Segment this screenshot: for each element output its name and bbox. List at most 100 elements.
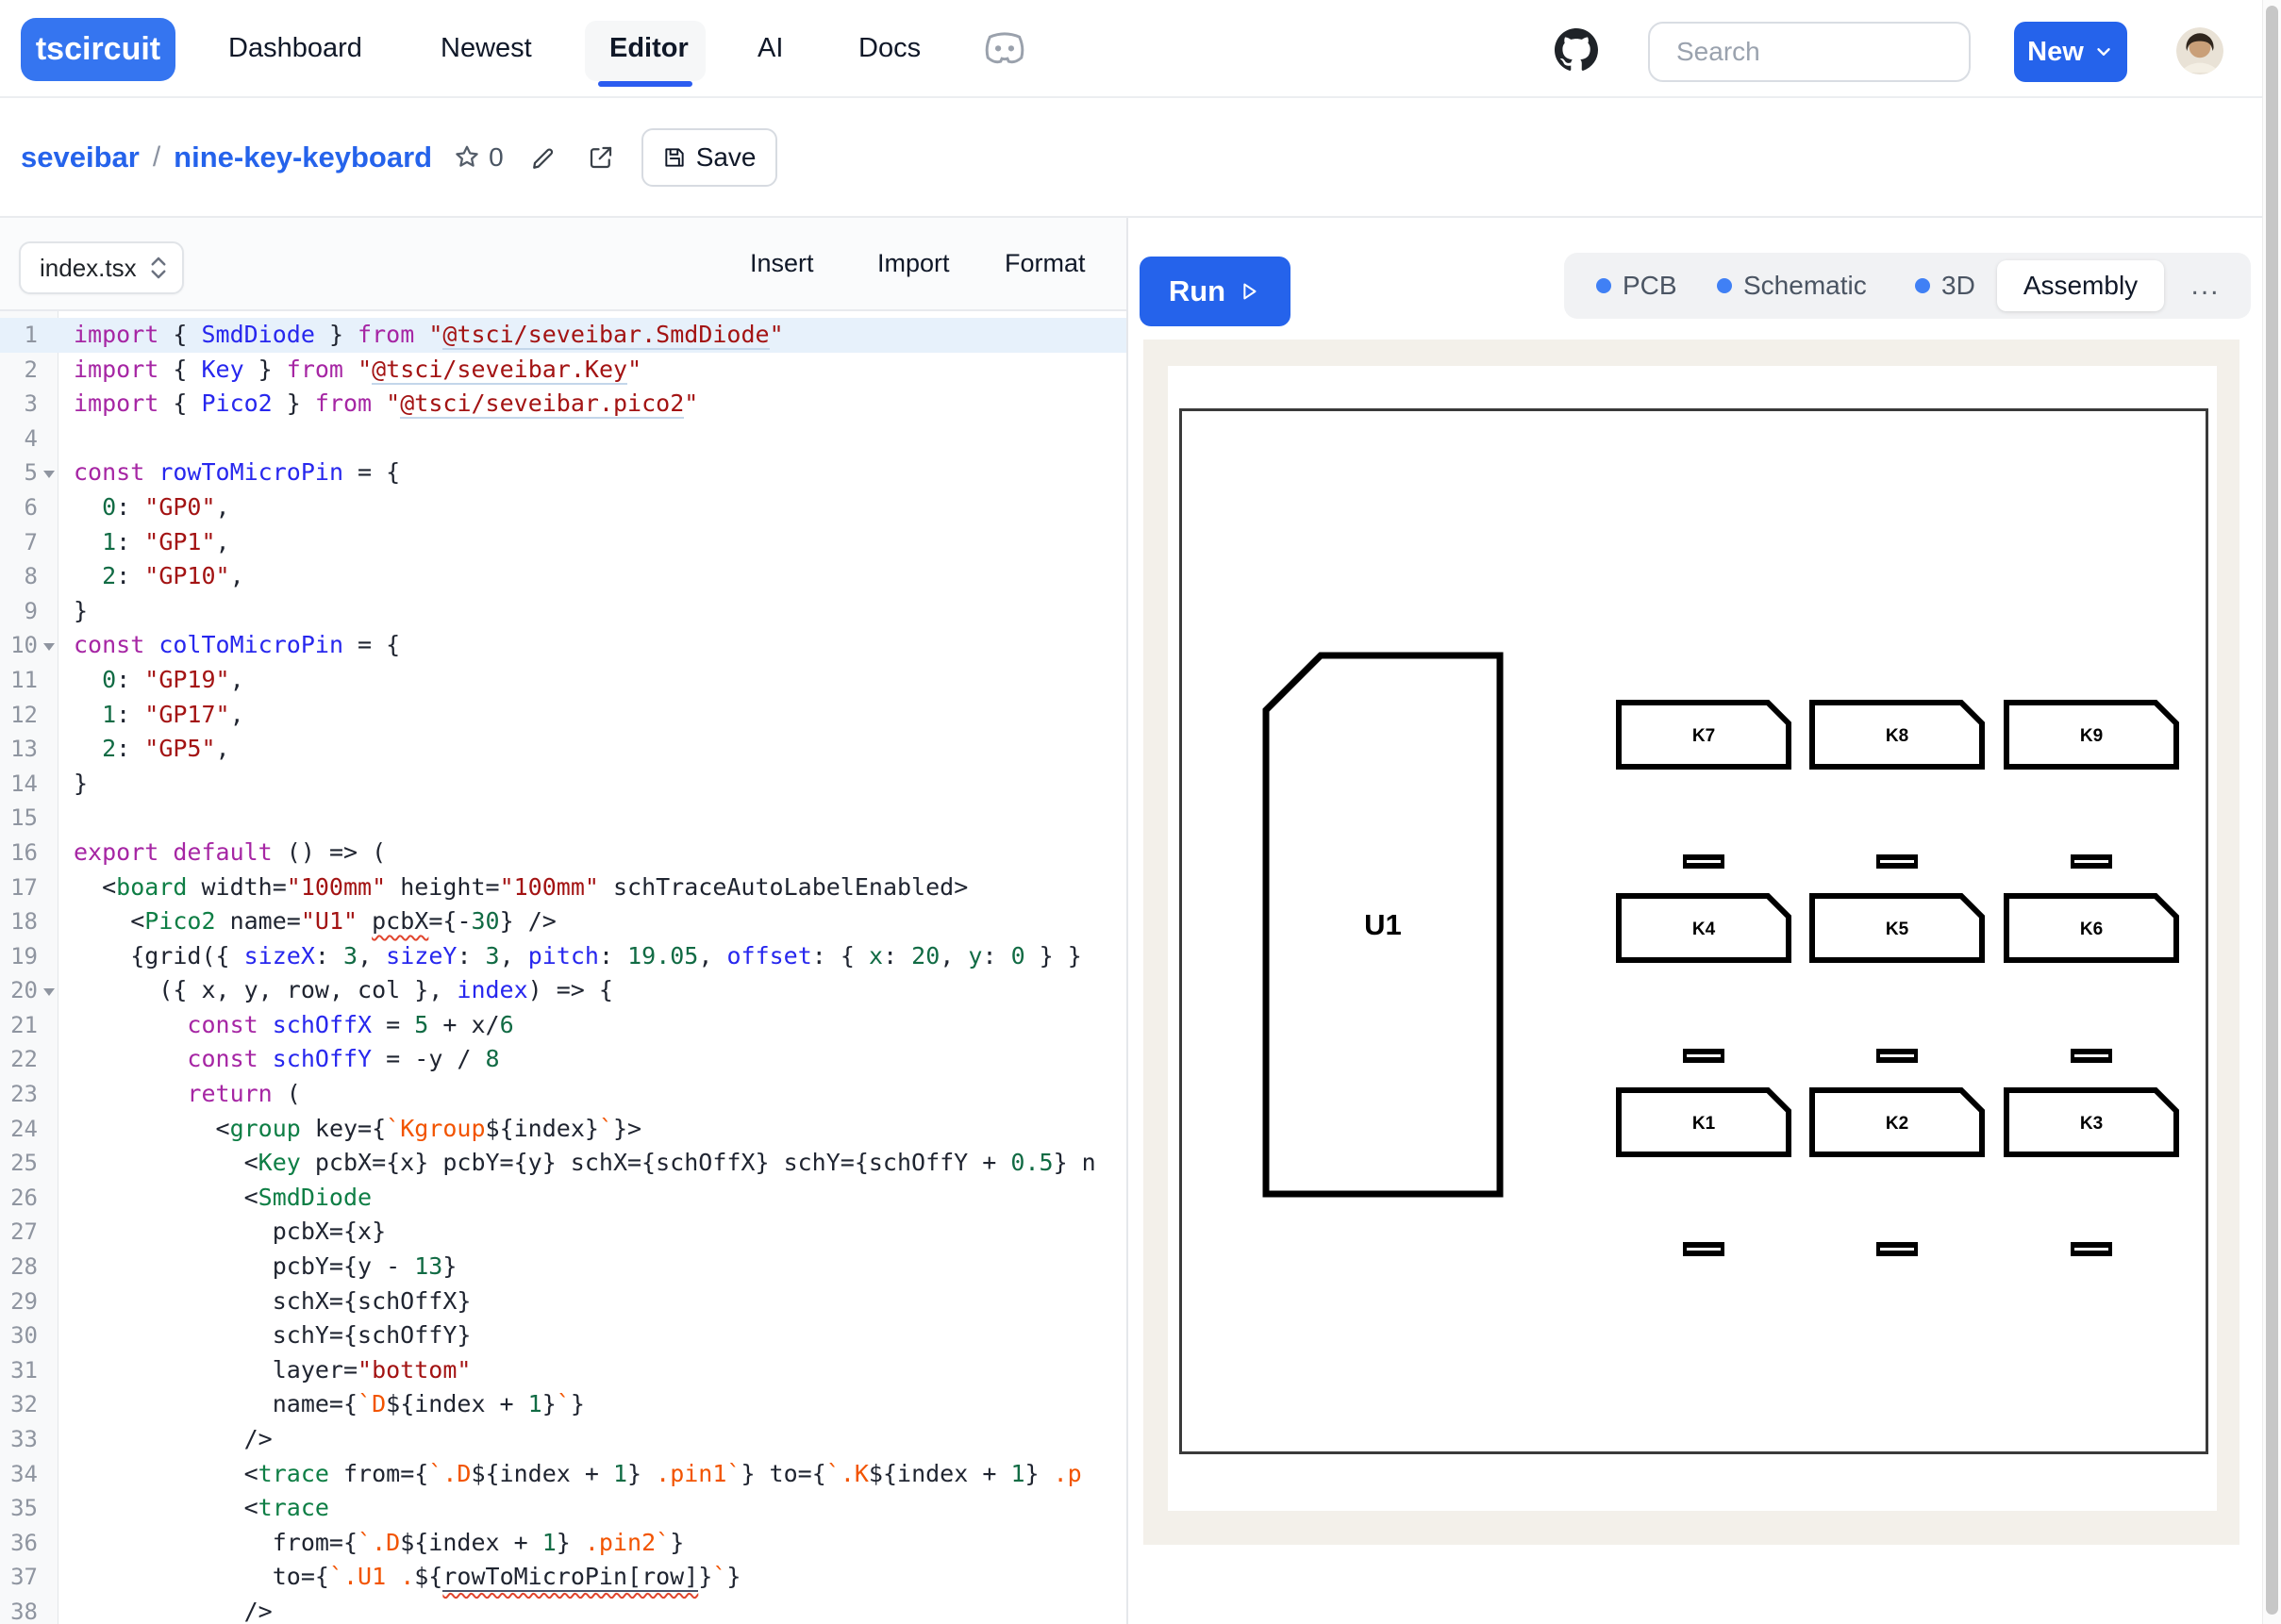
search-input[interactable] (1650, 24, 1995, 80)
code-line[interactable]: 12 1: "GP17", (0, 698, 1126, 733)
code-line[interactable]: 1import { SmdDiode } from "@tsci/seveiba… (0, 318, 1126, 353)
assembly-key-label: K4 (1692, 920, 1716, 939)
editor-toolbar: index.tsx Insert Import Format (0, 218, 1126, 311)
new-button-label: New (2027, 37, 2084, 68)
assembly-diode-stripe (1687, 860, 1721, 863)
line-number: 3 (0, 387, 38, 422)
breadcrumb-owner-link[interactable]: seveibar (21, 141, 140, 174)
code-line[interactable]: 2import { Key } from "@tsci/seveibar.Key… (0, 353, 1126, 388)
avatar[interactable] (2176, 27, 2223, 75)
assembly-canvas[interactable]: U1K7K8K9K4K5K6K1K2K3 (1168, 366, 2217, 1511)
code-line[interactable]: 22 const schOffY = -y / 8 (0, 1042, 1126, 1077)
scrollbar-thumb[interactable] (2266, 6, 2278, 1615)
tab-schematic[interactable]: Schematic (1717, 253, 1867, 319)
nav-item-newest[interactable]: Newest (441, 0, 532, 96)
assembly-diode-stripe (1880, 1054, 1914, 1057)
code-line[interactable]: 16export default () => ( (0, 836, 1126, 870)
code-line[interactable]: 33 /> (0, 1422, 1126, 1457)
top-navbar: tscircuit Dashboard Newest Editor AI Doc… (0, 0, 2281, 98)
code-line[interactable]: 8 2: "GP10", (0, 559, 1126, 594)
code-line[interactable]: 38 /> (0, 1595, 1126, 1624)
code-line[interactable]: 31 layer="bottom" (0, 1353, 1126, 1388)
line-number: 6 (0, 490, 38, 525)
play-icon (1237, 279, 1261, 304)
rename-pencil-icon[interactable] (530, 143, 558, 172)
schematic-status-dot (1717, 278, 1732, 293)
share-icon[interactable] (587, 143, 615, 172)
code-line[interactable]: 11 0: "GP19", (0, 663, 1126, 698)
code-line[interactable]: 32 name={`D${index + 1}`} (0, 1387, 1126, 1422)
save-button[interactable]: Save (641, 128, 777, 187)
line-number: 15 (0, 801, 38, 836)
code-line[interactable]: 23 return ( (0, 1077, 1126, 1112)
fold-chevron-icon[interactable] (43, 471, 55, 478)
nav-item-ai[interactable]: AI (758, 0, 783, 96)
line-number: 1 (0, 318, 38, 353)
tabs-more-button[interactable]: ... (2175, 253, 2236, 319)
fold-chevron-icon[interactable] (43, 988, 55, 996)
tscircuit-logo[interactable]: tscircuit (21, 18, 175, 81)
code-line[interactable]: 14} (0, 767, 1126, 802)
code-line[interactable]: 20 ({ x, y, row, col }, index) => { (0, 973, 1126, 1008)
tab-3d[interactable]: 3D (1915, 253, 1975, 319)
code-line[interactable]: 17 <board width="100mm" height="100mm" s… (0, 870, 1126, 905)
nav-item-docs[interactable]: Docs (858, 0, 921, 96)
menu-import[interactable]: Import (877, 218, 950, 309)
run-button-label: Run (1169, 274, 1225, 308)
code-line[interactable]: 7 1: "GP1", (0, 525, 1126, 560)
preview-panel: Run PCB Schematic 3D Assembly ... (1128, 218, 2281, 1624)
tscircuit-editor-window: tscircuit Dashboard Newest Editor AI Doc… (0, 0, 2281, 1624)
breadcrumb-project-link[interactable]: nine-key-keyboard (174, 141, 432, 174)
code-line[interactable]: 34 <trace from={`.D${index + 1} .pin1`} … (0, 1457, 1126, 1492)
run-button[interactable]: Run (1140, 257, 1290, 326)
code-line[interactable]: 29 schX={schOffX} (0, 1284, 1126, 1319)
assembly-canvas-svg: U1K7K8K9K4K5K6K1K2K3 (1168, 366, 2217, 1511)
menu-format[interactable]: Format (1005, 218, 1086, 309)
code-line[interactable]: 37 to={`.U1 .${rowToMicroPin[row]}`} (0, 1560, 1126, 1595)
code-line[interactable]: 28 pcbY={y - 13} (0, 1250, 1126, 1284)
code-line[interactable]: 5const rowToMicroPin = { (0, 456, 1126, 490)
code-line[interactable]: 24 <group key={`Kgroup${index}`}> (0, 1112, 1126, 1147)
code-editor-panel: index.tsx Insert Import Format 1import {… (0, 218, 1126, 1624)
new-button[interactable]: New (2014, 22, 2127, 82)
line-number: 12 (0, 698, 38, 733)
tab-assembly[interactable]: Assembly (1997, 260, 2164, 311)
assembly-diode-stripe (1880, 1248, 1914, 1251)
code-lines[interactable]: 1import { SmdDiode } from "@tsci/seveiba… (0, 311, 1126, 1624)
fold-chevron-icon[interactable] (43, 643, 55, 651)
code-line[interactable]: 21 const schOffX = 5 + x/6 (0, 1008, 1126, 1043)
file-tab-selector[interactable]: index.tsx (19, 241, 184, 294)
github-icon[interactable] (1554, 27, 1599, 73)
code-line[interactable]: 13 2: "GP5", (0, 732, 1126, 767)
code-line[interactable]: 3import { Pico2 } from "@tsci/seveibar.p… (0, 387, 1126, 422)
assembly-key-label: K7 (1692, 726, 1715, 746)
code-line[interactable]: 6 0: "GP0", (0, 490, 1126, 525)
code-line[interactable]: 25 <Key pcbX={x} pcbY={y} schX={schOffX}… (0, 1146, 1126, 1181)
code-line[interactable]: 18 <Pico2 name="U1" pcbX={-30} /> (0, 904, 1126, 939)
nav-editor-underline (598, 81, 692, 87)
code-line[interactable]: 35 <trace (0, 1491, 1126, 1526)
chevron-updown-icon (150, 254, 167, 282)
code-line[interactable]: 4 (0, 422, 1126, 456)
code-line[interactable]: 19 {grid({ sizeX: 3, sizeY: 3, pitch: 19… (0, 939, 1126, 974)
menu-insert[interactable]: Insert (750, 218, 814, 309)
line-number: 21 (0, 1008, 38, 1043)
code-line[interactable]: 30 schY={schOffY} (0, 1318, 1126, 1353)
line-number: 33 (0, 1422, 38, 1457)
line-number: 13 (0, 732, 38, 767)
line-number: 20 (0, 973, 38, 1008)
nav-item-dashboard[interactable]: Dashboard (228, 0, 362, 96)
tab-pcb[interactable]: PCB (1596, 253, 1677, 319)
star-count: 0 (489, 142, 504, 173)
code-line[interactable]: 10const colToMicroPin = { (0, 628, 1126, 663)
line-number: 18 (0, 904, 38, 939)
code-line[interactable]: 27 pcbX={x} (0, 1215, 1126, 1250)
line-number: 22 (0, 1042, 38, 1077)
star-icon[interactable] (453, 143, 481, 172)
page-scrollbar (2262, 0, 2281, 1624)
code-line[interactable]: 9} (0, 594, 1126, 629)
discord-icon[interactable] (981, 28, 1028, 70)
code-line[interactable]: 15 (0, 801, 1126, 836)
code-line[interactable]: 26 <SmdDiode (0, 1181, 1126, 1216)
code-line[interactable]: 36 from={`.D${index + 1} .pin2`} (0, 1526, 1126, 1561)
